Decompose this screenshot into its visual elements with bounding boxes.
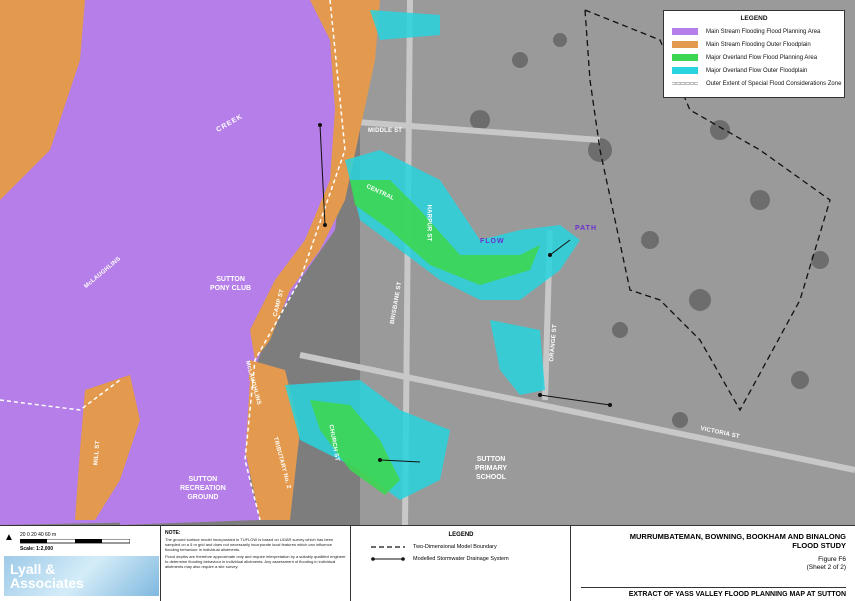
- company-logo: Lyall & Associates: [4, 556, 159, 596]
- legend-swatch: [672, 28, 698, 35]
- map-extract-title: EXTRACT OF YASS VALLEY FLOOD PLANNING MA…: [581, 587, 846, 598]
- legend-swatch: [672, 67, 698, 74]
- legend-item-overland-outer: Major Overland Flow Outer Floodplain: [664, 64, 844, 77]
- legend-swatch: [672, 41, 698, 48]
- legend-item-main-fpa: Main Stream Flooding Flood Planning Area: [664, 25, 844, 38]
- notes-panel: NOTE: The ground surface model incorpora…: [160, 526, 351, 601]
- note-text-2: Flood depths are therefore approximate o…: [165, 554, 346, 569]
- scale-panel: ▲ 20 0 20 40 60 m Scale: 1:2,000 Lyall &…: [0, 526, 160, 601]
- note-text-1: The ground surface model incorporated in…: [165, 537, 334, 552]
- legend-item-overland-fpa: Major Overland Flow Flood Planning Area: [664, 51, 844, 64]
- north-arrow-icon: ▲: [4, 532, 14, 543]
- road-label-middle-st: MIDDLE ST: [368, 128, 403, 134]
- road-label-harpur-st: HARPUR ST: [425, 204, 432, 242]
- legend-title: LEGEND: [740, 15, 768, 22]
- dashed-line-icon: [371, 546, 405, 548]
- footer-legend-item-boundary: Two-Dimensional Model Boundary: [371, 544, 571, 550]
- figure-number: Figure F6: [818, 556, 846, 563]
- note-title: NOTE:: [165, 530, 181, 536]
- pipe-line-icon: [371, 557, 405, 561]
- place-primary-school: SUTTON PRIMARY SCHOOL: [475, 456, 508, 481]
- title-panel: MURRUMBATEMAN, BOWNING, BOOKHAM AND BINA…: [570, 526, 855, 601]
- footer-legend-title: LEGEND: [448, 532, 474, 538]
- scale-bar: [20, 539, 130, 544]
- creek-label-path: PATH: [575, 225, 598, 232]
- map-footer: ▲ 20 0 20 40 60 m Scale: 1:2,000 Lyall &…: [0, 525, 855, 601]
- map-legend: LEGEND Main Stream Flooding Flood Planni…: [663, 10, 845, 98]
- place-pony-club: SUTTON PONY CLUB: [210, 276, 252, 292]
- sheet-number: (Sheet 2 of 2): [806, 564, 846, 571]
- footer-legend-item-stormwater: Modelled Stormwater Drainage System: [371, 556, 571, 562]
- legend-item-main-outer: Main Stream Flooding Outer Floodplain: [664, 38, 844, 51]
- flood-map[interactable]: MIDDLE ST CENTRAL HARPUR ST CAMP ST McLA…: [0, 0, 855, 525]
- study-title: MURRUMBATEMAN, BOWNING, BOOKHAM AND BINA…: [629, 532, 846, 550]
- scale-numbers: 20 0 20 40 60 m: [20, 532, 57, 538]
- scale-label: Scale: 1:2,000: [20, 546, 54, 552]
- legend-swatch: [672, 54, 698, 61]
- footer-legend: LEGEND Two-Dimensional Model Boundary Mo…: [350, 526, 571, 601]
- place-recreation-ground: SUTTON RECREATION GROUND: [180, 476, 226, 501]
- creek-label-flow: FLOW: [480, 238, 505, 245]
- legend-item-special-zone: Outer Extent of Special Flood Considerat…: [664, 77, 844, 90]
- legend-swatch-dash: [672, 82, 698, 85]
